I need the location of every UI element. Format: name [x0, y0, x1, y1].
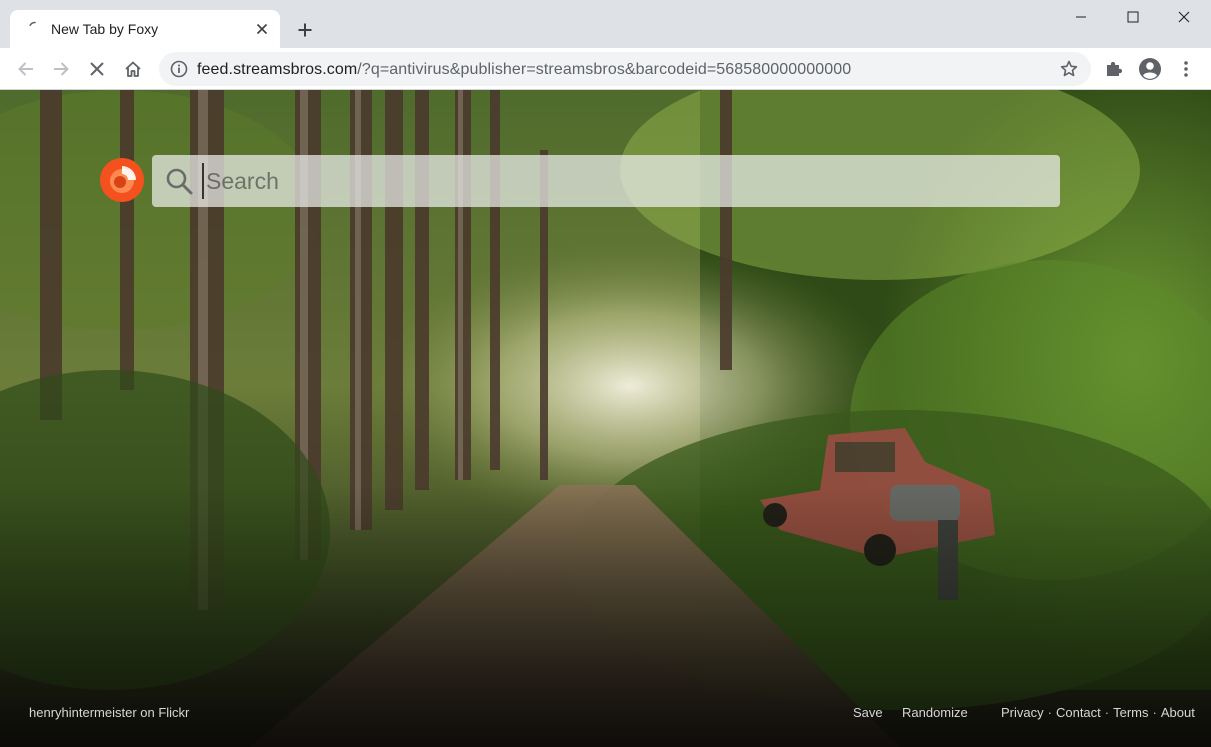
foxy-logo-icon[interactable] [98, 156, 146, 204]
back-arrow-icon[interactable] [11, 54, 41, 84]
contact-link[interactable]: Contact [1056, 705, 1101, 720]
tab-strip: New Tab by Foxy [0, 0, 1211, 48]
search-icon[interactable] [164, 166, 194, 196]
puzzle-icon[interactable] [1099, 54, 1129, 84]
close-icon[interactable] [252, 19, 272, 39]
kebab-menu-icon[interactable] [1171, 54, 1201, 84]
url-text[interactable]: feed.streamsbros.com/?q=antivirus&publis… [197, 61, 851, 79]
separator: · [1047, 705, 1052, 720]
tab-title: New Tab by Foxy [51, 21, 159, 37]
browser-window: New Tab by Foxy feed.streamsbros.com/?q=… [0, 0, 1211, 747]
address-bar[interactable]: feed.streamsbros.com/?q=antivirus&publis… [159, 52, 1091, 86]
search-bar[interactable] [152, 155, 1060, 207]
separator: · [1152, 705, 1157, 720]
info-icon[interactable] [169, 59, 189, 79]
minimize-icon[interactable] [1058, 0, 1104, 34]
forward-arrow-icon[interactable] [46, 54, 76, 84]
url-host: feed.streamsbros.com [197, 61, 358, 78]
profile-icon[interactable] [1135, 54, 1165, 84]
browser-toolbar: feed.streamsbros.com/?q=antivirus&publis… [0, 48, 1211, 90]
about-link[interactable]: About [1161, 705, 1195, 720]
url-path: /?q=antivirus&publisher=streamsbros&barc… [357, 61, 852, 78]
star-icon[interactable] [1059, 59, 1079, 79]
privacy-link[interactable]: Privacy [1001, 705, 1044, 720]
randomize-link[interactable]: Randomize [902, 705, 968, 720]
photo-credit-link[interactable]: henryhintermeister on Flickr [29, 705, 189, 720]
tab-new-tab-by-foxy[interactable]: New Tab by Foxy [10, 10, 280, 48]
loading-spinner-icon [29, 21, 36, 26]
stop-icon[interactable] [82, 54, 112, 84]
window-close-icon[interactable] [1161, 0, 1207, 34]
plus-icon[interactable] [293, 18, 317, 42]
terms-link[interactable]: Terms [1113, 705, 1148, 720]
footer-links: Privacy · Contact · Terms · About [1001, 705, 1195, 720]
save-link[interactable]: Save [853, 705, 883, 720]
maximize-icon[interactable] [1110, 0, 1156, 34]
home-icon[interactable] [118, 54, 148, 84]
search-input[interactable] [202, 163, 1046, 199]
page-footer: henryhintermeister on Flickr Save Random… [0, 687, 1211, 747]
separator: · [1104, 705, 1110, 720]
page-content: henryhintermeister on Flickr Save Random… [0, 90, 1211, 747]
